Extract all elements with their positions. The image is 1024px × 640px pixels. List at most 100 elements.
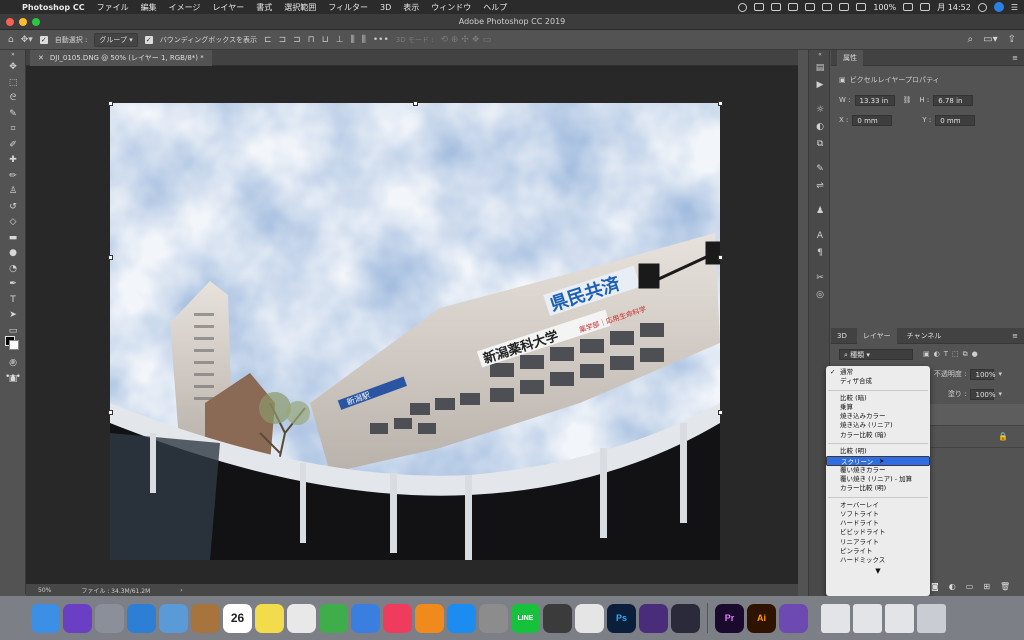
dodge-tool-icon[interactable]: ◔ xyxy=(0,262,26,278)
music-app[interactable] xyxy=(383,603,412,633)
premiere-app[interactable]: Pr xyxy=(715,603,744,633)
menu-image[interactable]: イメージ xyxy=(169,2,201,13)
blend-soft-light[interactable]: ソフトライト xyxy=(826,510,930,519)
zoom-window-button[interactable] xyxy=(32,18,40,26)
menu-type[interactable]: 書式 xyxy=(256,2,272,13)
eyedropper-tool-icon[interactable]: ✐ xyxy=(0,138,26,154)
layer-kind-filter[interactable]: ⌕ 種類 ▾ xyxy=(839,348,913,360)
delete-layer-icon[interactable]: 🗑 xyxy=(1000,582,1010,591)
paragraph-panel-icon[interactable]: ¶ xyxy=(809,245,831,262)
trash-icon[interactable] xyxy=(917,603,946,633)
calendar-app[interactable]: 26 xyxy=(223,603,252,633)
distribute-icon[interactable]: ⫼ xyxy=(351,35,355,45)
blend-screen[interactable]: スクリーン ➤ xyxy=(826,456,930,466)
filter-type-icon[interactable]: T xyxy=(944,350,948,358)
search-icon[interactable]: ⌕ xyxy=(968,34,974,45)
quick-select-tool-icon[interactable]: ✎ xyxy=(0,107,26,123)
menu-window[interactable]: ウィンドウ xyxy=(431,2,471,13)
brush-tool-icon[interactable]: ✏ xyxy=(0,169,26,185)
clone-source-icon[interactable]: ♟ xyxy=(809,203,831,220)
menu-file[interactable]: ファイル xyxy=(97,2,129,13)
menu-select[interactable]: 選択範囲 xyxy=(284,2,316,13)
blend-darker-color[interactable]: カラー比較 (暗) xyxy=(826,431,930,440)
preview-app[interactable] xyxy=(159,603,188,633)
transform-handle-bl[interactable] xyxy=(108,410,113,415)
blend-pin-light[interactable]: ピンライト xyxy=(826,547,930,556)
notification-center-icon[interactable]: ☰ xyxy=(1011,3,1018,12)
blend-hard-mix[interactable]: ハードミックス xyxy=(826,556,930,565)
minimize-window-button[interactable] xyxy=(19,18,27,26)
layer-lock-icon[interactable]: 🔒 xyxy=(998,432,1008,441)
vegas-app[interactable] xyxy=(639,603,668,633)
blend-normal[interactable]: ✓ 通常 xyxy=(826,368,930,377)
collapse-dock-icon[interactable]: « xyxy=(809,50,831,60)
marquee-tool-icon[interactable]: ⬚ xyxy=(0,76,26,92)
tab-layers[interactable]: レイヤー xyxy=(856,327,897,344)
appstore-app[interactable] xyxy=(447,603,476,633)
align-top-icon[interactable]: ⊓ xyxy=(308,35,315,45)
fill-field[interactable]: 100% xyxy=(970,388,996,400)
canvas-workspace[interactable]: 県民共済 新潟薬科大学 薬学部｜応用生命科学 新潟駅 xyxy=(26,66,798,584)
styles-panel-icon[interactable]: ◐ xyxy=(809,119,831,136)
numbers-app[interactable] xyxy=(319,603,348,633)
blend-lighter-color[interactable]: カラー比較 (明) xyxy=(826,484,930,493)
filter-shape-icon[interactable]: ⬚ xyxy=(952,350,959,358)
dock-folder-2[interactable] xyxy=(853,603,882,633)
workspace-icon[interactable]: ▭▾ xyxy=(983,34,997,45)
align-bottom-icon[interactable]: ⊥ xyxy=(336,35,344,45)
type-tool-icon[interactable]: T xyxy=(0,293,26,309)
quicktime-app[interactable] xyxy=(543,603,572,633)
menu-layer[interactable]: レイヤー xyxy=(212,2,244,13)
bounding-box-checkbox[interactable]: ✓ xyxy=(144,35,153,44)
fill-dropdown-icon[interactable]: ▾ xyxy=(998,390,1002,398)
collapse-toolbar-icon[interactable]: » xyxy=(0,50,26,60)
menu-filter[interactable]: フィルター xyxy=(328,2,368,13)
background-color-swatch[interactable] xyxy=(9,340,19,350)
transform-handle-ml[interactable] xyxy=(108,255,113,260)
tool-presets-icon[interactable]: ✂ xyxy=(809,270,831,287)
layer-mask-icon[interactable]: ◙ xyxy=(931,582,939,591)
blend-multiply[interactable]: 乗算 xyxy=(826,403,930,412)
dropbox-icon[interactable] xyxy=(771,3,782,11)
blend-mode-menu[interactable]: ✓ 通常 ディザ合成 比較 (暗) 乗算 焼き込みカラー 焼き込み (リニア) カ… xyxy=(826,366,930,596)
quick-mask-icon[interactable]: ◎ xyxy=(0,356,26,372)
share-icon[interactable]: ⇪ xyxy=(1008,34,1016,45)
link-proportions-icon[interactable]: ⛓ xyxy=(903,96,912,104)
menu-3d[interactable]: 3D xyxy=(380,3,391,12)
launchpad-app[interactable] xyxy=(95,603,124,633)
filter-adjust-icon[interactable]: ◐ xyxy=(934,350,940,358)
transform-handle-tr[interactable] xyxy=(718,101,723,106)
blend-color-dodge[interactable]: 覆い焼きカラー xyxy=(826,466,930,475)
bull-app[interactable] xyxy=(671,603,700,633)
align-right-icon[interactable]: ⊐ xyxy=(293,35,301,45)
notes-book-app[interactable] xyxy=(191,603,220,633)
pen-tool-icon[interactable]: ✒ xyxy=(0,277,26,293)
blend-lighten[interactable]: 比較 (明) xyxy=(826,447,930,456)
volume-icon[interactable] xyxy=(856,3,867,11)
tab-3d[interactable]: 3D xyxy=(837,332,847,340)
status-arrow-icon[interactable]: › xyxy=(180,587,182,594)
transform-handle-tl[interactable] xyxy=(108,101,113,106)
blend-linear-dodge[interactable]: 覆い焼き (リニア) - 加算 xyxy=(826,475,930,484)
filter-toggle-icon[interactable]: ● xyxy=(972,350,978,358)
screen-mode-icon[interactable]: ▣ xyxy=(0,372,26,388)
bluetooth-icon[interactable] xyxy=(822,3,833,11)
adjustment-layer-icon[interactable]: ◐ xyxy=(949,582,956,591)
y-field[interactable]: 0 mm xyxy=(935,114,976,126)
document-tab[interactable]: ✕ DJI_0105.DNG @ 50% (レイヤー 1, RGB/8*) * xyxy=(30,50,212,66)
healing-tool-icon[interactable]: ✚ xyxy=(0,153,26,169)
crop-tool-icon[interactable]: ⌗ xyxy=(0,122,26,138)
siri-app[interactable] xyxy=(63,603,92,633)
menu-view[interactable]: 表示 xyxy=(403,2,419,13)
keynote-2-app[interactable] xyxy=(351,603,380,633)
menu-edit[interactable]: 編集 xyxy=(141,2,157,13)
record-icon[interactable] xyxy=(738,2,748,12)
scroll-down-arrow-icon[interactable]: ▼ xyxy=(826,566,930,576)
height-field[interactable]: 6.78 in xyxy=(933,94,974,106)
menu-help[interactable]: ヘルプ xyxy=(483,2,507,13)
more-options-icon[interactable]: ••• xyxy=(373,35,389,45)
blend-overlay[interactable]: オーバーレイ xyxy=(826,501,930,510)
move-tool-preset-icon[interactable]: ✥▾ xyxy=(21,35,33,45)
new-layer-icon[interactable]: ⊞ xyxy=(983,582,990,591)
timemachine-icon[interactable] xyxy=(805,3,816,11)
